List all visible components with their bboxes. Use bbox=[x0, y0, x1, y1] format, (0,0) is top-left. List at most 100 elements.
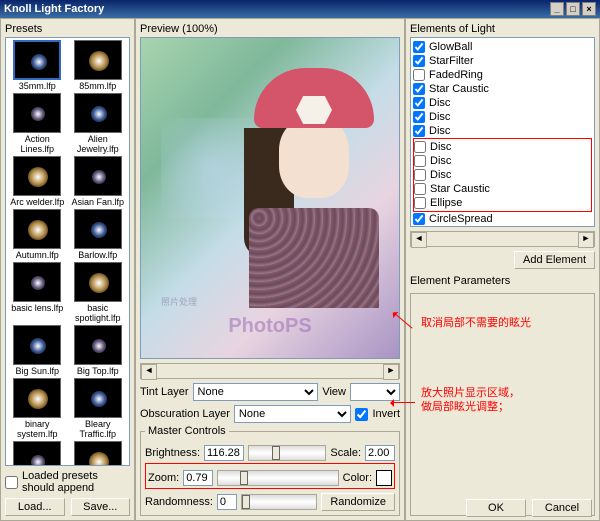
elements-label: Elements of Light bbox=[410, 23, 595, 35]
preset-label: 85mm.lfp bbox=[69, 81, 128, 91]
highlighted-elements: DiscDiscDiscStar CausticEllipse bbox=[413, 138, 592, 212]
preview-hscroll[interactable] bbox=[140, 363, 400, 379]
save-button[interactable]: Save... bbox=[71, 498, 131, 516]
element-name: Ellipse bbox=[430, 197, 462, 209]
element-checkbox[interactable] bbox=[413, 83, 425, 95]
scale-input[interactable] bbox=[365, 445, 395, 461]
element-checkbox[interactable] bbox=[414, 155, 426, 167]
element-item[interactable]: StarFilter bbox=[413, 54, 592, 68]
zoom-slider[interactable] bbox=[217, 470, 338, 486]
element-checkbox[interactable] bbox=[413, 213, 425, 225]
preset-label: Arc welder.lfp bbox=[8, 197, 67, 207]
preset-label: Autumn.lfp bbox=[8, 250, 67, 260]
element-item[interactable]: FadedRing bbox=[413, 68, 592, 82]
element-name: Disc bbox=[430, 141, 451, 153]
element-item[interactable]: Ellipse bbox=[414, 196, 591, 210]
close-button[interactable]: × bbox=[582, 2, 596, 16]
obscuration-select[interactable]: None bbox=[234, 405, 352, 423]
element-item[interactable]: Disc bbox=[413, 124, 592, 138]
loaded-append-checkbox[interactable] bbox=[5, 476, 18, 489]
preset-item[interactable]: Big Sun.lfp bbox=[8, 325, 67, 376]
preset-item[interactable]: Asian Fan.lfp bbox=[69, 156, 128, 207]
preset-item[interactable]: Arc welder.lfp bbox=[8, 156, 67, 207]
element-name: Star Caustic bbox=[430, 183, 490, 195]
preset-item[interactable]: Big Top.lfp bbox=[69, 325, 128, 376]
element-item[interactable]: Disc bbox=[414, 140, 591, 154]
preset-item[interactable]: 85mm.lfp bbox=[69, 40, 128, 91]
element-name: Disc bbox=[429, 111, 450, 123]
element-checkbox[interactable] bbox=[414, 183, 426, 195]
preset-item[interactable]: Barlow.lfp bbox=[69, 209, 128, 260]
element-checkbox[interactable] bbox=[413, 69, 425, 81]
preset-item[interactable]: Blimp flare.lfp bbox=[8, 441, 67, 466]
preset-thumb bbox=[74, 441, 122, 466]
preview-image[interactable]: 照片处理 PhotoPS bbox=[140, 37, 400, 359]
preset-item[interactable]: 35mm.lfp bbox=[8, 40, 67, 91]
minimize-button[interactable]: _ bbox=[550, 2, 564, 16]
preset-item[interactable]: binary system.lfp bbox=[8, 378, 67, 439]
element-item[interactable]: Disc bbox=[413, 110, 592, 124]
element-checkbox[interactable] bbox=[414, 141, 426, 153]
elements-hscroll[interactable] bbox=[410, 231, 595, 247]
element-checkbox[interactable] bbox=[414, 169, 426, 181]
preset-label: Big Sun.lfp bbox=[8, 366, 67, 376]
preset-item[interactable]: basic spotlight.lfp bbox=[69, 262, 128, 323]
randomness-slider[interactable] bbox=[241, 494, 317, 510]
element-name: Disc bbox=[429, 125, 450, 137]
tint-layer-label: Tint Layer bbox=[140, 386, 189, 398]
presets-panel: Presets 35mm.lfp85mm.lfpAction Lines.lfp… bbox=[0, 18, 135, 521]
randomness-input[interactable] bbox=[217, 494, 237, 510]
randomize-button[interactable]: Randomize bbox=[321, 493, 395, 511]
brightness-label: Brightness: bbox=[145, 447, 200, 459]
brightness-slider[interactable] bbox=[248, 445, 326, 461]
preset-thumb bbox=[13, 93, 61, 133]
element-checkbox[interactable] bbox=[414, 197, 426, 209]
annotation-3: 做局部眩光调整； bbox=[421, 398, 509, 414]
elements-panel: Elements of Light GlowBallStarFilterFade… bbox=[405, 18, 600, 521]
brightness-input[interactable] bbox=[204, 445, 244, 461]
maximize-button[interactable]: □ bbox=[566, 2, 580, 16]
element-checkbox[interactable] bbox=[413, 41, 425, 53]
tint-layer-select[interactable]: None bbox=[193, 383, 319, 401]
zoom-input[interactable] bbox=[183, 470, 213, 486]
element-item[interactable]: Star Caustic bbox=[413, 82, 592, 96]
preset-item[interactable]: Bleary Traffic.lfp bbox=[69, 378, 128, 439]
element-checkbox[interactable] bbox=[413, 55, 425, 67]
element-name: Disc bbox=[429, 97, 450, 109]
presets-list[interactable]: 35mm.lfp85mm.lfpAction Lines.lfpAlien Je… bbox=[5, 37, 130, 466]
preset-thumb bbox=[13, 441, 61, 466]
elements-list[interactable]: GlowBallStarFilterFadedRingStar CausticD… bbox=[410, 37, 595, 227]
preset-item[interactable]: basic lens.lfp bbox=[8, 262, 67, 323]
element-item[interactable]: Star Caustic bbox=[414, 182, 591, 196]
preset-item[interactable]: Autumn.lfp bbox=[8, 209, 67, 260]
preset-thumb bbox=[13, 40, 61, 80]
element-name: Disc bbox=[430, 155, 451, 167]
element-checkbox[interactable] bbox=[413, 111, 425, 123]
ok-button[interactable]: OK bbox=[466, 499, 526, 517]
element-item[interactable]: Disc bbox=[414, 168, 591, 182]
element-item[interactable]: Disc bbox=[414, 154, 591, 168]
element-checkbox[interactable] bbox=[413, 97, 425, 109]
invert-checkbox[interactable] bbox=[355, 408, 368, 421]
preset-item[interactable]: Alien Jewelry.lfp bbox=[69, 93, 128, 154]
preset-item[interactable]: Action Lines.lfp bbox=[8, 93, 67, 154]
element-checkbox[interactable] bbox=[413, 125, 425, 137]
element-item[interactable]: GlowBall bbox=[413, 40, 592, 54]
presets-label: Presets bbox=[5, 23, 130, 35]
preset-thumb bbox=[74, 378, 122, 418]
preset-thumb bbox=[74, 156, 122, 196]
preset-thumb bbox=[74, 93, 122, 133]
cancel-button[interactable]: Cancel bbox=[532, 499, 592, 517]
element-item[interactable]: Disc bbox=[413, 96, 592, 110]
annotation-1: 取消局部不需要的眩光 bbox=[421, 314, 531, 330]
color-swatch[interactable] bbox=[376, 470, 392, 486]
load-button[interactable]: Load... bbox=[5, 498, 65, 516]
add-element-button[interactable]: Add Element bbox=[514, 251, 595, 269]
titlebar: Knoll Light Factory _ □ × bbox=[0, 0, 600, 18]
element-item[interactable]: CircleSpread bbox=[413, 212, 592, 226]
preset-thumb bbox=[13, 156, 61, 196]
invert-label: Invert bbox=[372, 408, 400, 420]
preset-item[interactable]: Blue Green Eye.lfp bbox=[69, 441, 128, 466]
element-item[interactable]: Disc bbox=[413, 226, 592, 227]
window-title: Knoll Light Factory bbox=[4, 3, 104, 15]
